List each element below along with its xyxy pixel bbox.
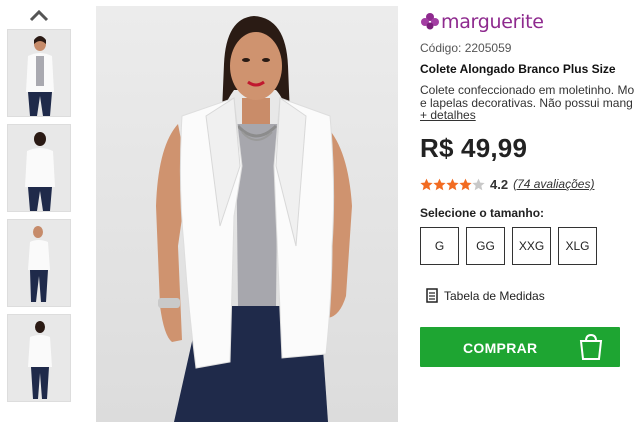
thumbnail-front[interactable] [7, 29, 71, 117]
more-details-link[interactable]: + detalhes [420, 108, 476, 122]
product-rating: 4.2 (74 avaliações) [420, 176, 594, 192]
star-empty-icon [472, 178, 485, 190]
product-title: Colete Alongado Branco Plus Size [420, 62, 616, 76]
buy-button[interactable]: COMPRAR [420, 327, 620, 367]
size-option-xxg[interactable]: XXG [512, 227, 551, 265]
size-option-g[interactable]: G [420, 227, 459, 265]
brand-logo[interactable]: marguerite [421, 8, 544, 36]
size-chart-link[interactable]: Tabela de Medidas [426, 288, 545, 303]
size-option-xlg[interactable]: XLG [558, 227, 597, 265]
product-description: Colete confeccionado em moletinho. Mo e … [420, 84, 637, 110]
rating-value: 4.2 [490, 176, 509, 192]
product-price: R$ 49,99 [420, 133, 528, 163]
shopping-bag-icon [579, 333, 603, 360]
chevron-up-icon[interactable] [27, 4, 51, 26]
star-filled-icon [446, 178, 459, 190]
star-filled-icon [420, 178, 433, 190]
thumbnail-side[interactable] [7, 219, 71, 307]
flower-icon [421, 13, 439, 30]
buy-button-label: COMPRAR [463, 340, 538, 356]
size-option-gg[interactable]: GG [466, 227, 505, 265]
thumbnail-back[interactable] [7, 124, 71, 212]
size-selector-label: Selecione o tamanho: [420, 206, 545, 220]
star-filled-icon [459, 178, 472, 190]
rating-stars [420, 178, 485, 191]
star-filled-icon [433, 178, 446, 190]
brand-name: marguerite [441, 11, 544, 33]
thumbnail-back-full[interactable] [7, 314, 71, 402]
description-line: Colete confeccionado em moletinho. Mo [420, 84, 635, 97]
reviews-link[interactable]: (74 avaliações) [513, 177, 594, 191]
main-product-image[interactable] [96, 6, 398, 422]
product-code: Código: 2205059 [420, 41, 512, 55]
size-chart-label: Tabela de Medidas [444, 288, 545, 303]
document-icon [426, 288, 438, 303]
